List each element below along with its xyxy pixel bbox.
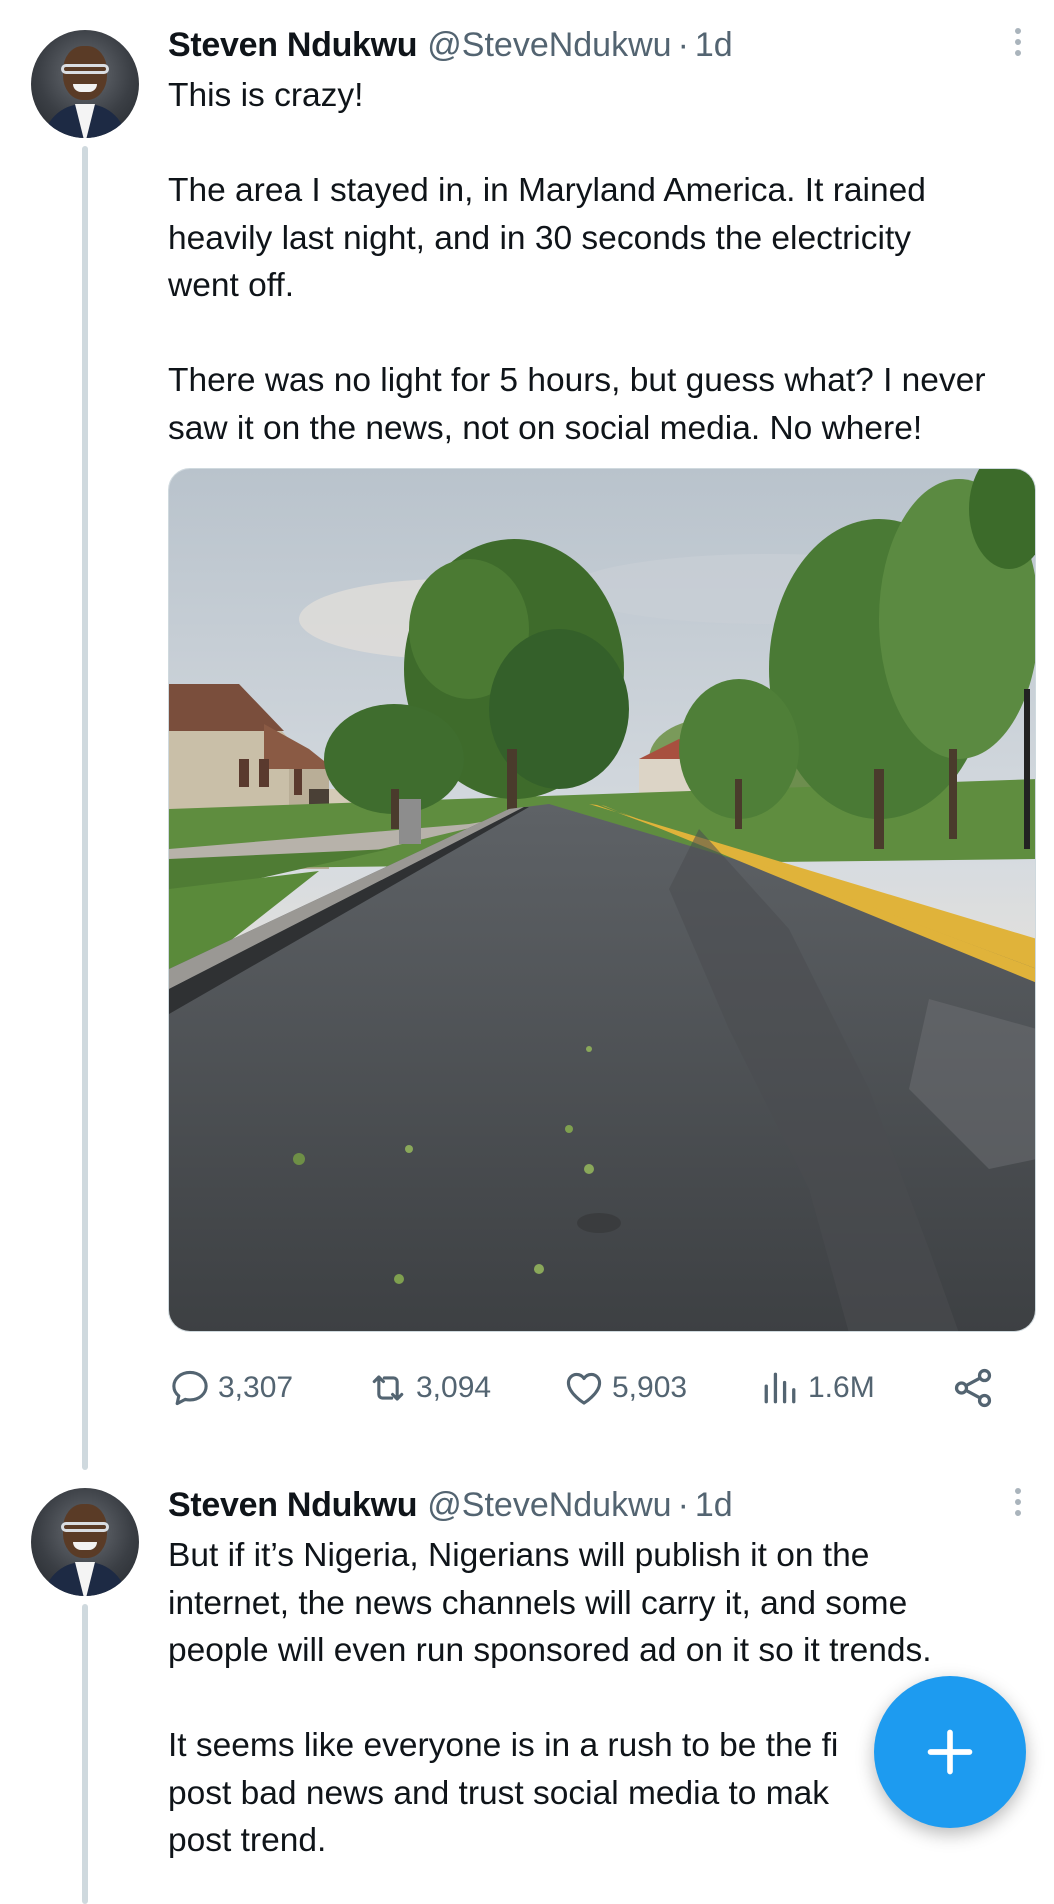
tweet-actions: 3,307 3,094 5,903 1.6M <box>168 1360 1018 1416</box>
author-name[interactable]: Steven Ndukwu <box>168 1486 418 1524</box>
text-line: It seems like everyone is in a rush to b… <box>168 1727 839 1764</box>
tweet-photo[interactable] <box>168 468 1036 1332</box>
tweet-header: Steven Ndukwu @SteveNdukwu · 1d <box>168 22 733 68</box>
text-line: There was no light for 5 hours, but gues… <box>168 362 986 399</box>
reply-button[interactable]: 3,307 <box>168 1360 293 1416</box>
separator-dot: · <box>677 26 689 64</box>
author-handle[interactable]: @SteveNdukwu <box>427 26 671 64</box>
street-photo-illustration <box>169 469 1035 1331</box>
tweet-paragraph: There was no light for 5 hours, but gues… <box>168 357 1038 452</box>
share-button[interactable] <box>950 1360 996 1416</box>
text-line: internet, the news channels will carry i… <box>168 1584 908 1622</box>
compose-button[interactable] <box>874 1676 1026 1828</box>
text-line: The area I stayed in, in Maryland Americ… <box>168 172 926 209</box>
retweet-button[interactable]: 3,094 <box>366 1360 491 1416</box>
avatar-glasses <box>61 1522 109 1532</box>
reply-count: 3,307 <box>218 1371 294 1404</box>
tweet-timestamp[interactable]: 1d <box>695 1486 733 1524</box>
vertical-dots-icon[interactable] <box>1006 24 1030 64</box>
author-name[interactable]: Steven Ndukwu <box>168 26 418 64</box>
text-line: saw it on the news, not on social media.… <box>168 409 923 447</box>
author-handle[interactable]: @SteveNdukwu <box>427 1486 671 1524</box>
retweet-arrows-icon <box>372 1375 404 1401</box>
share-nodes-icon <box>954 1368 992 1408</box>
thread-line <box>82 1604 88 1904</box>
tweet[interactable]: Steven Ndukwu @SteveNdukwu · 1d This is cra… <box>0 0 1054 1470</box>
avatar-glasses <box>61 64 109 74</box>
separator-dot: · <box>677 1486 689 1524</box>
heart-icon <box>566 1372 602 1405</box>
bar-chart-icon <box>764 1372 796 1404</box>
tweet-paragraph: But if it’s Nigeria, Nigerians will publ… <box>168 1532 1038 1675</box>
retweet-count: 3,094 <box>416 1371 492 1404</box>
views-button[interactable]: 1.6M <box>758 1360 875 1416</box>
text-line: post trend. <box>168 1822 327 1859</box>
tweet-header: Steven Ndukwu @SteveNdukwu · 1d <box>168 1482 733 1528</box>
tweet-text: This is crazy! The area I stayed in, in … <box>168 72 1038 452</box>
like-button[interactable]: 5,903 <box>562 1360 687 1416</box>
thread-line <box>82 146 88 1470</box>
avatar[interactable] <box>31 30 139 138</box>
plus-icon <box>927 1729 973 1775</box>
text-line: But if it’s Nigeria, Nigerians will publ… <box>168 1537 870 1574</box>
text-line: heavily last night, and in 30 seconds th… <box>168 219 912 257</box>
vertical-dots-icon[interactable] <box>1006 1484 1030 1524</box>
text-line: people will even run sponsored ad on it … <box>168 1632 932 1669</box>
text-line: post bad news and trust social media to … <box>168 1774 830 1812</box>
speech-bubble-icon <box>172 1370 208 1406</box>
text-line: This is crazy! <box>168 77 364 114</box>
avatar[interactable] <box>31 1488 139 1596</box>
tweet-timestamp[interactable]: 1d <box>695 26 733 64</box>
like-count: 5,903 <box>612 1371 688 1404</box>
views-count: 1.6M <box>808 1371 875 1404</box>
text-line: went off. <box>168 267 295 304</box>
tweet[interactable]: Steven Ndukwu @SteveNdukwu · 1d But if it’s… <box>0 1460 1054 1904</box>
tweet-paragraph: The area I stayed in, in Maryland Americ… <box>168 167 1038 310</box>
tweet-paragraph: This is crazy! <box>168 72 1038 120</box>
